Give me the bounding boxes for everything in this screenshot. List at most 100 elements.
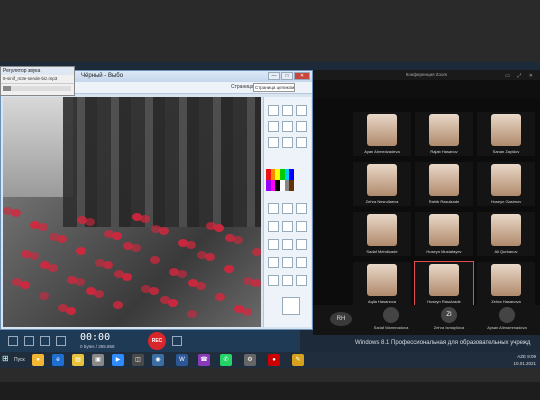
- trash-icon[interactable]: [282, 297, 300, 315]
- select-tool-icon[interactable]: [268, 105, 279, 116]
- orange-brush-icon[interactable]: [268, 275, 279, 286]
- participant-tile[interactable]: Zehra Hasanova: [477, 262, 535, 306]
- strip-participant-name: Zehra Ismayilova: [433, 325, 465, 330]
- recorder-icon[interactable]: ●: [268, 354, 280, 366]
- zoom-icon[interactable]: ▶: [112, 354, 124, 366]
- taskbar-start-label[interactable]: Пуск: [14, 354, 34, 366]
- highlighter-tool-icon[interactable]: [296, 203, 307, 214]
- folder-icon[interactable]: ▤: [72, 354, 84, 366]
- marker-tool-icon[interactable]: [282, 203, 293, 214]
- taskbar: ⊞ Пуск ● e ▤ ▣ ▶ ◫ ◉ W ☎ ✆ ⚙ ● ✎ AZE 8:0…: [0, 352, 540, 368]
- recorder-settings-icon[interactable]: [40, 336, 50, 346]
- crop-tool-icon[interactable]: [282, 257, 293, 268]
- participant-tile[interactable]: Sadaf Mehdizade: [353, 212, 411, 256]
- page-select[interactable]: Страница целиком: [253, 83, 295, 92]
- zoom-top-bar: [313, 80, 540, 98]
- carnation-flower: [131, 244, 141, 253]
- participant-tile[interactable]: Huseyn Gasimov: [477, 162, 535, 206]
- screenshot-icon[interactable]: [172, 336, 182, 346]
- participant-name: Ali Qurbanov: [494, 249, 518, 254]
- rotate-tool-icon[interactable]: [296, 257, 307, 268]
- carnation-flower: [39, 292, 49, 301]
- strip-participant[interactable]: Aysan Alimammadova: [481, 307, 533, 333]
- participant-tile[interactable]: Sanan Zayidov: [477, 112, 535, 156]
- participant-tile[interactable]: Aqila Hasanova: [353, 262, 411, 306]
- scissors-tool-icon[interactable]: [268, 221, 279, 232]
- settings-icon[interactable]: ⚙: [244, 354, 256, 366]
- recorder-camera-icon[interactable]: [24, 336, 34, 346]
- viber-icon[interactable]: ☎: [198, 354, 210, 366]
- participant-video: [491, 264, 521, 296]
- recorder-folder-icon[interactable]: [56, 336, 66, 346]
- volume-knob[interactable]: [3, 86, 11, 91]
- participant-name: Zehra Hasanova: [491, 299, 521, 304]
- whatsapp-icon[interactable]: ✆: [220, 354, 232, 366]
- eraser-tool-icon[interactable]: [296, 105, 307, 116]
- word-icon[interactable]: W: [176, 354, 188, 366]
- participant-tile[interactable]: Huseyn Rasulzade: [414, 261, 474, 307]
- participant-tile[interactable]: Rahib Rasulzade: [415, 162, 473, 206]
- side-avatar[interactable]: RH: [330, 312, 352, 326]
- carnation-flower: [186, 241, 196, 250]
- carnation-flower: [29, 252, 39, 261]
- paint-icon[interactable]: ✎: [292, 354, 304, 366]
- carnation-flower: [214, 224, 224, 233]
- avatar: ZI: [441, 307, 457, 323]
- app-icon[interactable]: ▣: [92, 354, 104, 366]
- text-tool-icon[interactable]: [296, 121, 307, 132]
- undo-tool-icon[interactable]: [296, 137, 307, 148]
- participant-tile[interactable]: Zehra Nesrullaeva: [353, 162, 411, 206]
- line-tool-icon[interactable]: [268, 121, 279, 132]
- carnation-flower: [233, 236, 243, 245]
- color-palette[interactable]: [266, 169, 294, 191]
- participant-tile[interactable]: Ayan Ahmedzadeva: [353, 112, 411, 156]
- participant-name: Aqila Hasanova: [367, 299, 397, 304]
- audio-regulator-window[interactable]: Регулятор звука 9-sinif_m3e-sende-biz.mp…: [0, 66, 75, 96]
- close-button[interactable]: ✕: [294, 72, 310, 80]
- memorial-photo-canvas[interactable]: [3, 97, 261, 327]
- participant-tile[interactable]: Huseyn Mustafayev: [415, 212, 473, 256]
- media-icon[interactable]: ◉: [152, 354, 164, 366]
- fill-tool-icon[interactable]: [268, 137, 279, 148]
- recorder-menu-icon[interactable]: [8, 336, 18, 346]
- participant-video: [367, 214, 397, 246]
- shape-tool-icon[interactable]: [282, 121, 293, 132]
- carnation-flower: [103, 261, 113, 269]
- audio-volume-slider[interactable]: [3, 86, 71, 91]
- audio-file-name: 9-sinif_m3e-sende-biz.mp3: [1, 75, 74, 84]
- color-picker-icon[interactable]: [268, 257, 279, 268]
- font-tool-icon[interactable]: [296, 239, 307, 250]
- bottom-bezel: [0, 382, 540, 400]
- pen-tool-icon[interactable]: [282, 105, 293, 116]
- brush-tool-icon[interactable]: [268, 203, 279, 214]
- minimize-button[interactable]: —: [268, 72, 280, 80]
- photos-icon[interactable]: ◫: [132, 354, 144, 366]
- circle-tool-icon[interactable]: [282, 239, 293, 250]
- paint-window[interactable]: Чёрный - Выбо — □ ✕ Страница 9 из 16 Стр…: [0, 70, 313, 330]
- paste-tool-icon[interactable]: [296, 275, 307, 286]
- zoom-tool-icon[interactable]: [282, 137, 293, 148]
- participant-tile[interactable]: Ali Qurbanov: [477, 212, 535, 256]
- participant-video: [367, 164, 397, 196]
- system-tray[interactable]: AZE 8:09 10.01.2021: [456, 353, 536, 367]
- recording-time: 00:00: [80, 332, 111, 343]
- arrow-tool-icon[interactable]: [282, 221, 293, 232]
- strip-participant[interactable]: ZI Zehra Ismayilova: [423, 307, 475, 333]
- carnation-flower: [66, 306, 76, 315]
- top-bezel: [0, 0, 540, 62]
- clipboard-tool-icon[interactable]: [282, 275, 293, 286]
- chrome-icon[interactable]: ●: [32, 354, 44, 366]
- participant-tile[interactable]: Rajab Hasanov: [415, 112, 473, 156]
- record-button[interactable]: REC: [148, 332, 166, 350]
- rect-tool-icon[interactable]: [268, 239, 279, 250]
- zoom-title: Конференция Zoom: [405, 72, 448, 77]
- carnation-flower: [251, 278, 261, 287]
- stamp-tool-icon[interactable]: [296, 221, 307, 232]
- maximize-button[interactable]: □: [281, 72, 293, 80]
- carnation-flower: [252, 247, 261, 256]
- strip-participant[interactable]: Sadaf Mammadova: [365, 307, 417, 333]
- audio-title: Регулятор звука: [1, 67, 74, 75]
- ie-icon[interactable]: e: [52, 354, 64, 366]
- participant-name: Rahib Rasulzade: [428, 199, 460, 204]
- zoom-window[interactable]: Конференция Zoom ▭ ⤢ ✕ Ayan Ahmedzadeva R…: [313, 70, 540, 332]
